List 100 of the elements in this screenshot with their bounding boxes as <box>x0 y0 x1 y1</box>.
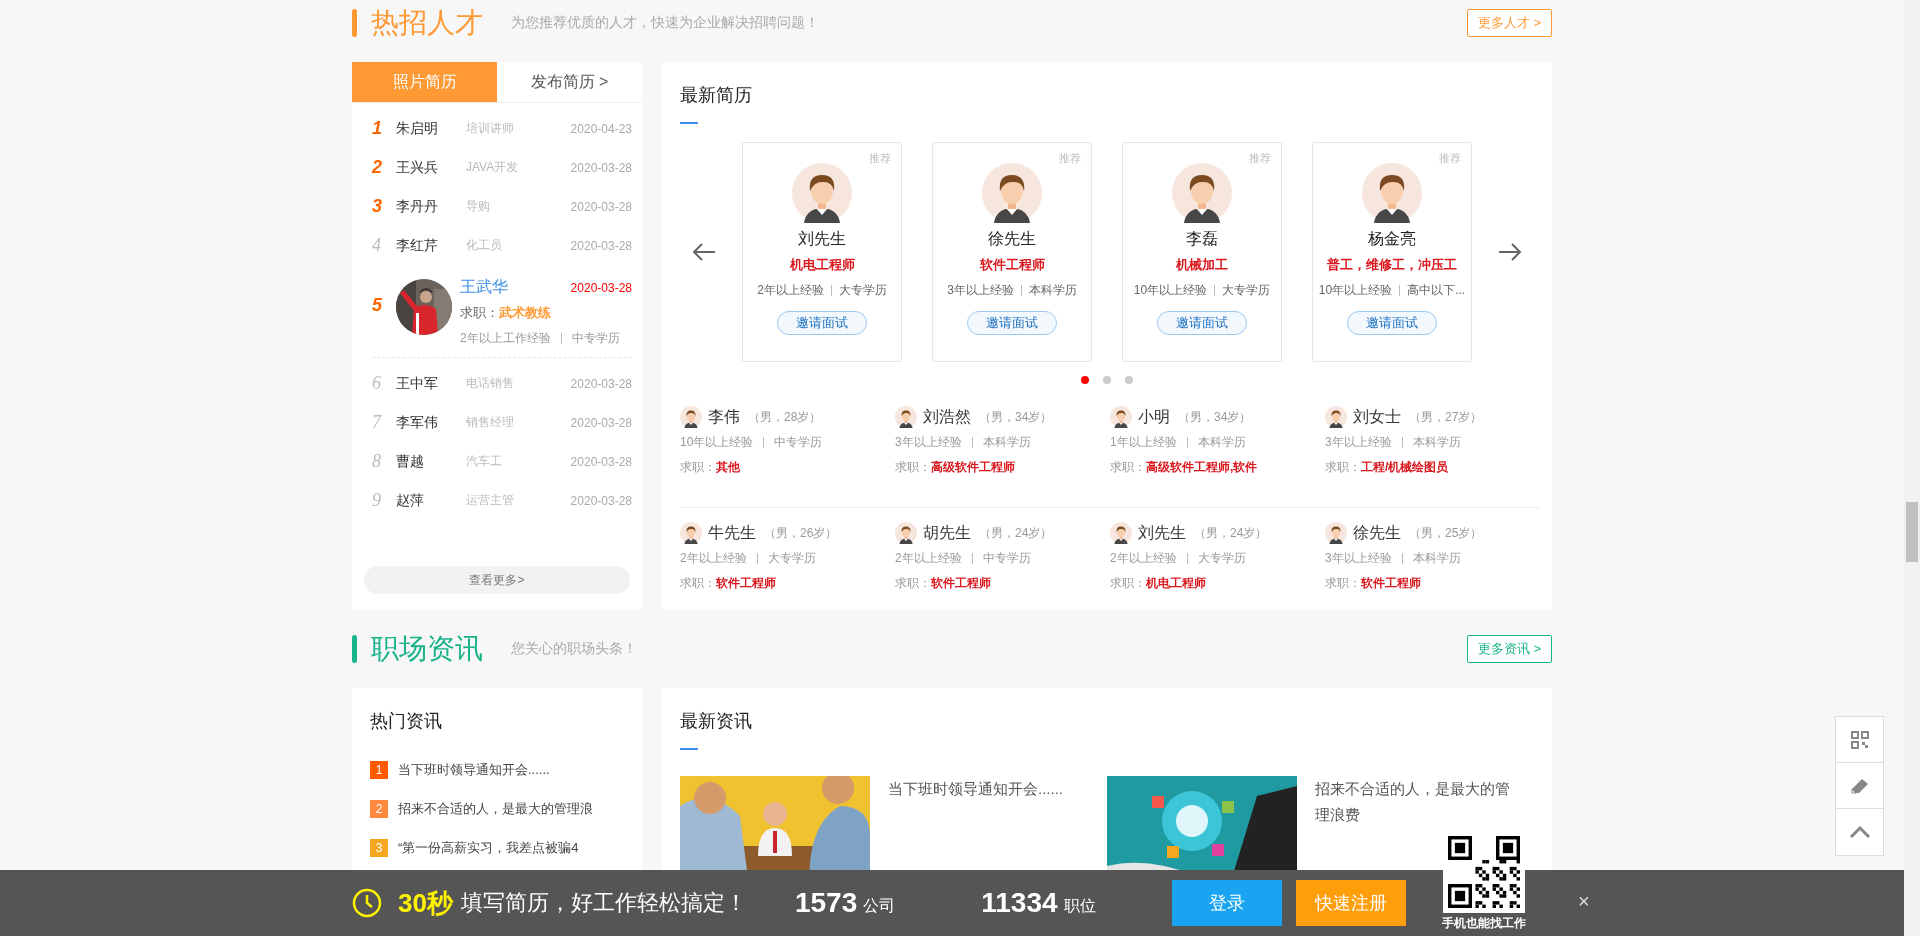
section-subtitle: 为您推荐优质的人才，快速为企业解决招聘问题！ <box>511 14 819 32</box>
rank-number: 5 <box>372 295 383 316</box>
previous-arrow-icon[interactable] <box>692 242 716 262</box>
candidate-info: （男，26岁） <box>764 524 838 542</box>
person-avatar-icon <box>1110 406 1132 428</box>
post-date: 2020-03-28 <box>570 376 632 391</box>
job-title: 导购 <box>466 198 491 215</box>
experience-text: 10年以上经验 <box>680 434 754 451</box>
resume-card[interactable]: 推荐 刘先生 机电工程师 2年以上经验 大专学历 邀请面试 <box>742 142 902 362</box>
rank-number: 3 <box>372 196 383 217</box>
candidate-name[interactable]: 刘浩然 <box>923 406 971 428</box>
carousel-dot[interactable] <box>1125 376 1133 384</box>
job-title: 软件工程师 <box>979 256 1045 274</box>
candidate-name[interactable]: 王武华 <box>460 277 508 298</box>
candidate-name[interactable]: 李丹丹 <box>396 197 466 216</box>
highlight-text: 30秒 <box>398 886 453 920</box>
experience-text: 2年以上工作经验 <box>460 330 551 347</box>
qr-code-icon <box>1850 730 1869 749</box>
candidate-info: （男，27岁） <box>1409 408 1483 426</box>
candidate-info: （男，24岁） <box>1194 524 1268 542</box>
experience-text: 10年以上经验 <box>1133 282 1208 299</box>
rank-number: 4 <box>372 235 382 256</box>
candidate-name[interactable]: 徐先生 <box>1353 522 1401 544</box>
candidate-name[interactable]: 胡先生 <box>923 522 971 544</box>
news-title[interactable]: 当下班时领导通知开会...... <box>888 776 1088 802</box>
recommended-tag: 推荐 <box>1059 151 1081 166</box>
candidate-name[interactable]: 刘女士 <box>1353 406 1401 428</box>
panel-title: 最新资讯 <box>680 710 753 733</box>
candidate-name[interactable]: 李军伟 <box>396 413 466 432</box>
resume-card[interactable]: 推荐 杨金亮 普工，维修工，冲压工 10年以上经验 高中以下... 邀请面试 <box>1312 142 1472 362</box>
post-date: 2020-03-28 <box>570 280 632 295</box>
view-more-button[interactable]: 查看更多> <box>364 566 630 594</box>
person-avatar-icon <box>1110 522 1132 544</box>
panel-title: 最新简历 <box>680 84 753 107</box>
section-marker <box>352 635 357 663</box>
clock-icon <box>352 888 382 918</box>
education-text: 中专学历 <box>982 550 1031 567</box>
job-target: 求职：工程/机械绘图员 <box>1325 459 1450 476</box>
candidate-name[interactable]: 王中军 <box>396 374 466 393</box>
post-date: 2020-03-28 <box>570 493 632 508</box>
job-target: 求职：高级软件工程师,软件 <box>1110 459 1259 476</box>
news-link[interactable]: “第一份高薪实习，我差点被骗4 <box>398 838 579 857</box>
news-link[interactable]: 当下班时领导通知开会...... <box>398 760 550 779</box>
candidate-name[interactable]: 赵萍 <box>396 491 466 510</box>
resume-card[interactable]: 推荐 徐先生 软件工程师 3年以上经验 本科学历 邀请面试 <box>932 142 1092 362</box>
person-avatar-icon <box>792 163 852 223</box>
candidate-name: 徐先生 <box>988 229 1036 249</box>
invite-interview-button[interactable]: 邀请面试 <box>777 311 867 335</box>
job-title: JAVA开发 <box>466 159 520 176</box>
close-button[interactable]: × <box>1574 890 1594 913</box>
rank-badge: 2 <box>370 799 388 818</box>
person-avatar-icon <box>680 522 702 544</box>
count-label: 公司 <box>863 895 896 916</box>
rank-badge: 3 <box>370 838 388 857</box>
education-text: 大专学历 <box>1197 550 1246 567</box>
eraser-icon <box>1849 776 1870 795</box>
candidate-name: 李磊 <box>1186 229 1218 249</box>
education-text: 大专学历 <box>838 282 887 299</box>
candidate-name[interactable]: 朱启明 <box>396 119 466 138</box>
next-arrow-icon[interactable] <box>1498 242 1522 262</box>
news-link[interactable]: 招来不合适的人，是最大的管理浪 <box>398 799 593 818</box>
carousel-dot[interactable] <box>1103 376 1111 384</box>
education-text: 中专学历 <box>774 434 823 451</box>
candidate-name[interactable]: 王兴兵 <box>396 158 466 177</box>
invite-interview-button[interactable]: 邀请面试 <box>1157 311 1247 335</box>
job-target: 求职：武术教练 <box>460 304 552 322</box>
slogan-text: 填写简历，好工作轻松搞定！ <box>460 889 747 917</box>
news-title[interactable]: 招来不合适的人，是最大的管理浪费 <box>1315 776 1515 828</box>
rank-number: 8 <box>372 451 382 472</box>
candidate-name[interactable]: 李伟 <box>708 406 740 428</box>
candidate-name: 刘先生 <box>798 229 846 249</box>
candidate-name: 杨金亮 <box>1368 229 1416 249</box>
candidate-name[interactable]: 刘先生 <box>1138 522 1186 544</box>
person-avatar-icon <box>1325 406 1347 428</box>
candidate-name[interactable]: 曹越 <box>396 452 466 471</box>
job-title: 培训讲师 <box>466 120 515 137</box>
education-text: 大专学历 <box>767 550 816 567</box>
post-date: 2020-03-28 <box>570 454 632 469</box>
candidate-name[interactable]: 小明 <box>1138 406 1170 428</box>
company-count: 1573 <box>794 887 858 919</box>
job-title: 机械加工 <box>1176 256 1228 274</box>
invite-interview-button[interactable]: 邀请面试 <box>1347 311 1437 335</box>
experience-text: 2年以上经验 <box>1110 550 1177 567</box>
rank-number: 9 <box>372 490 382 511</box>
candidate-name[interactable]: 李红芹 <box>396 236 466 255</box>
education-text: 本科学历 <box>1028 282 1077 299</box>
invite-interview-button[interactable]: 邀请面试 <box>967 311 1057 335</box>
person-avatar-icon <box>895 406 917 428</box>
candidate-info: （男，25岁） <box>1409 524 1483 542</box>
carousel-dot[interactable] <box>1081 376 1089 384</box>
experience-text: 1年以上经验 <box>1110 434 1177 451</box>
candidate-info: （男，24岁） <box>979 524 1053 542</box>
job-title: 机电工程师 <box>789 256 855 274</box>
section-title: 职场资讯 <box>371 632 483 666</box>
recommended-tag: 推荐 <box>1439 151 1461 166</box>
resume-card[interactable]: 推荐 李磊 机械加工 10年以上经验 大专学历 邀请面试 <box>1122 142 1282 362</box>
candidate-name[interactable]: 牛先生 <box>708 522 756 544</box>
education-text: 本科学历 <box>982 434 1031 451</box>
experience-text: 3年以上经验 <box>947 282 1014 299</box>
person-avatar-icon <box>1172 163 1232 223</box>
